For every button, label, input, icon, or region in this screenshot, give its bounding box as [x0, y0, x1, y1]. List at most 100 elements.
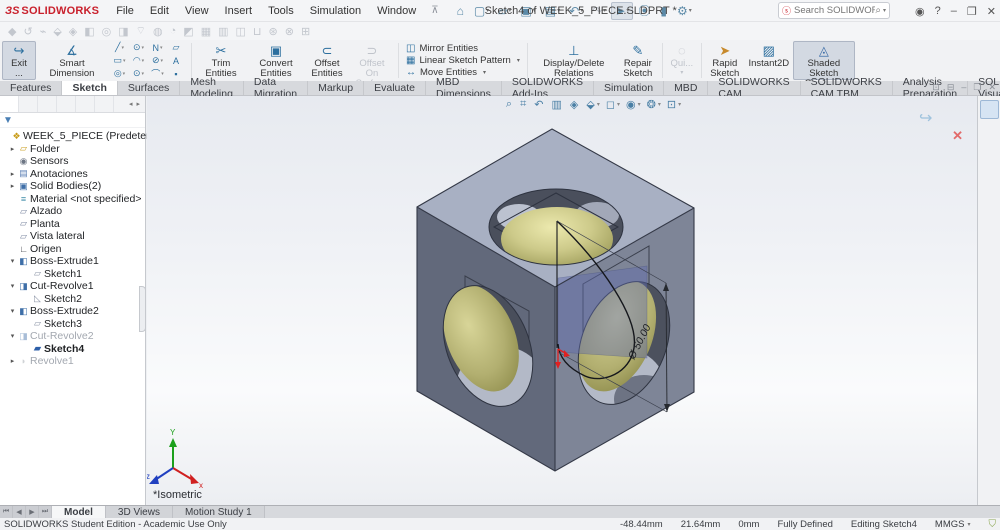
configurationmanager-tab-icon[interactable]: [38, 96, 57, 112]
menu-item[interactable]: Simulation: [303, 3, 368, 19]
repair-sketch-button[interactable]: ✎ Repair Sketch: [617, 41, 659, 80]
tree-item-origin[interactable]: ∟ Origen: [0, 243, 145, 256]
tags-icon[interactable]: ⛉: [989, 519, 997, 530]
display-delete-relations-button[interactable]: ⊥ Display/Delete Relations ▾: [531, 41, 617, 87]
convert-entities-button[interactable]: ▣ Convert Entities ▾: [247, 41, 305, 87]
menu-item[interactable]: View: [178, 3, 216, 19]
study-tab[interactable]: 3D Views: [105, 506, 173, 518]
resources-home-icon[interactable]: [980, 122, 999, 141]
shaded-sketch-contours-button[interactable]: ◬ Shaded Sketch Contours: [792, 41, 855, 89]
ribbon-tab[interactable]: Data Migration: [243, 76, 309, 100]
tree-item-sketch2[interactable]: ◺ Sketch2: [0, 293, 145, 306]
search-input[interactable]: [794, 5, 876, 16]
ellipse-tool-icon[interactable]: ⊘ ▾: [148, 54, 167, 67]
expand-arrow-icon[interactable]: ▾: [8, 332, 17, 340]
user-account-icon[interactable]: ◉: [915, 5, 925, 18]
help-icon[interactable]: ?: [935, 5, 941, 17]
panel-scroll-left-icon[interactable]: ◂: [129, 100, 133, 108]
tree-item-material[interactable]: ≡ Material <not specified>: [0, 193, 145, 206]
model-canvas[interactable]: Ø 50.00 Y x z: [147, 96, 977, 505]
displaymanager-tab-icon[interactable]: [76, 96, 95, 112]
home-icon[interactable]: ⌂: [453, 2, 469, 20]
search-dropdown-icon[interactable]: ▾: [883, 7, 886, 14]
circle-tool-icon[interactable]: ⊙ ▾: [129, 41, 148, 54]
expand-arrow-icon[interactable]: ▸: [8, 145, 17, 153]
spline-tool-icon[interactable]: Ν ▾: [148, 41, 167, 54]
study-tab[interactable]: Motion Study 1: [172, 506, 265, 518]
tree-item-part[interactable]: ❖ WEEK_5_PIECE (Predeterminado): [0, 130, 187, 143]
dimxpertmanager-tab-icon[interactable]: [57, 96, 76, 112]
offset-entities-button[interactable]: ⊂ Offset Entities: [305, 41, 349, 80]
restore-icon[interactable]: ❐: [967, 5, 977, 18]
study-tab[interactable]: Model: [52, 506, 106, 518]
tab-scroll-last-icon[interactable]: ⏭: [39, 506, 52, 518]
custom-properties-icon[interactable]: [980, 232, 999, 251]
filter-icon[interactable]: ▼: [3, 115, 13, 126]
expand-arrow-icon[interactable]: ▸: [8, 182, 17, 190]
ribbon-tab[interactable]: Markup: [308, 81, 365, 95]
expand-arrow-icon[interactable]: ▸: [8, 170, 17, 178]
tree-item-boss-extrude1[interactable]: ▾ ◧ Boss-Extrude1: [0, 255, 145, 268]
graphics-viewport[interactable]: ⌕ ⌗ ↶ ▥ ◈ ⬙ ▾ ◻ ▾ ◉ ▾ ❂ ▾ ⊡ ▾ Ø 50.00 Y …: [147, 96, 977, 505]
tree-item-annotations[interactable]: ▸ ▤ Anotaciones: [0, 168, 145, 181]
expand-arrow-icon[interactable]: ▾: [8, 282, 17, 290]
mirror-entities-button[interactable]: ◫ Mirror Entities: [406, 43, 520, 54]
tree-item-boss-extrude2[interactable]: ▾ ◧ Boss-Extrude2: [0, 305, 145, 318]
ribbon-tab[interactable]: MBD: [664, 81, 709, 95]
restore-doc-icon[interactable]: ❐: [973, 82, 981, 93]
expand-arrow-icon[interactable]: ▸: [8, 357, 17, 365]
point-tool-icon[interactable]: ▪: [167, 67, 186, 80]
file-explorer-icon[interactable]: [980, 166, 999, 185]
ribbon-tab[interactable]: Evaluate: [364, 81, 426, 95]
rectangle-tool-icon[interactable]: ▭ ▾: [110, 54, 129, 67]
tree-item-sketch1[interactable]: ▱ Sketch1: [0, 268, 145, 281]
tree-item-solid-bodies[interactable]: ▸ ▣ Solid Bodies(2): [0, 180, 145, 193]
trim-entities-button[interactable]: ✂ Trim Entities ▾: [195, 41, 247, 87]
exit-sketch-button[interactable]: ↪ Exit ... ▾: [2, 41, 36, 86]
tab-scroll-first-icon[interactable]: ⏮: [0, 506, 13, 518]
fillet-tool-icon[interactable]: ⌒ ▾: [148, 67, 167, 80]
tree-item-sketch3[interactable]: ▱ Sketch3: [0, 318, 145, 331]
ribbon-tab[interactable]: SOLIDWORKS Add-Ins: [501, 76, 595, 100]
threedexperience-icon[interactable]: [979, 100, 999, 119]
minimize-icon[interactable]: –: [951, 5, 957, 17]
ribbon-tab[interactable]: MBD Dimensions: [425, 76, 502, 100]
featuremanager-tree-tab-icon[interactable]: [0, 96, 19, 112]
unit-system-selector[interactable]: MMGS ▾: [935, 519, 971, 530]
expand-arrow-icon[interactable]: ▾: [8, 307, 17, 315]
expand-arrow-icon[interactable]: ▾: [8, 257, 17, 265]
ribbon-tab[interactable]: Surfaces: [117, 81, 181, 95]
cam-tab-icon[interactable]: [95, 96, 114, 112]
dock-icon[interactable]: ⊡: [932, 82, 940, 93]
text-tool-icon[interactable]: A: [167, 54, 186, 67]
search-icon[interactable]: ⌕: [875, 5, 881, 16]
tree-item-plane-front[interactable]: ▱ Alzado: [0, 205, 145, 218]
linear-sketch-pattern-button[interactable]: ▦ Linear Sketch Pattern ▾: [406, 55, 520, 66]
rapid-sketch-button[interactable]: ➤ Rapid Sketch: [705, 41, 745, 80]
propertymanager-tab-icon[interactable]: [19, 96, 38, 112]
view-palette-icon[interactable]: [980, 188, 999, 207]
menu-item[interactable]: Window: [370, 3, 423, 19]
menu-item[interactable]: Edit: [143, 3, 176, 19]
design-library-icon[interactable]: [980, 144, 999, 163]
menu-item[interactable]: File: [109, 3, 141, 19]
menu-item[interactable]: Insert: [218, 3, 260, 19]
tree-item-folder[interactable]: ▸ ▱ Folder: [0, 143, 145, 156]
tree-item-revolve1[interactable]: ▸ ◗ Revolve1: [0, 355, 145, 368]
confirm-exit-sketch-icon[interactable]: ↪: [919, 108, 932, 128]
tree-item-sketch4[interactable]: ▰ Sketch4: [0, 343, 145, 356]
arc-tool-icon[interactable]: ◠ ▾: [129, 54, 148, 67]
appearances-scenes-icon[interactable]: [980, 210, 999, 229]
smart-dimension-button[interactable]: ∡ Smart Dimension ▾: [36, 41, 108, 87]
tree-item-plane-side[interactable]: ▱ Vista lateral: [0, 230, 145, 243]
close-icon[interactable]: ✕: [987, 5, 996, 18]
panel-tab-arrows[interactable]: ◂ ▸: [129, 100, 143, 108]
tab-scroll-next-icon[interactable]: ▶: [26, 506, 39, 518]
undock-icon[interactable]: ⊟: [947, 82, 955, 93]
cancel-sketch-icon[interactable]: ✕: [952, 128, 963, 144]
tree-item-cut-revolve1[interactable]: ▾ ◨ Cut-Revolve1: [0, 280, 145, 293]
panel-splitter-handle[interactable]: [139, 286, 146, 332]
ribbon-tab[interactable]: SOLIDWORKS CAM TBM: [800, 76, 893, 100]
minimize-doc-icon[interactable]: –: [961, 82, 966, 93]
slot-tool-icon[interactable]: ◎ ▾: [110, 67, 129, 80]
